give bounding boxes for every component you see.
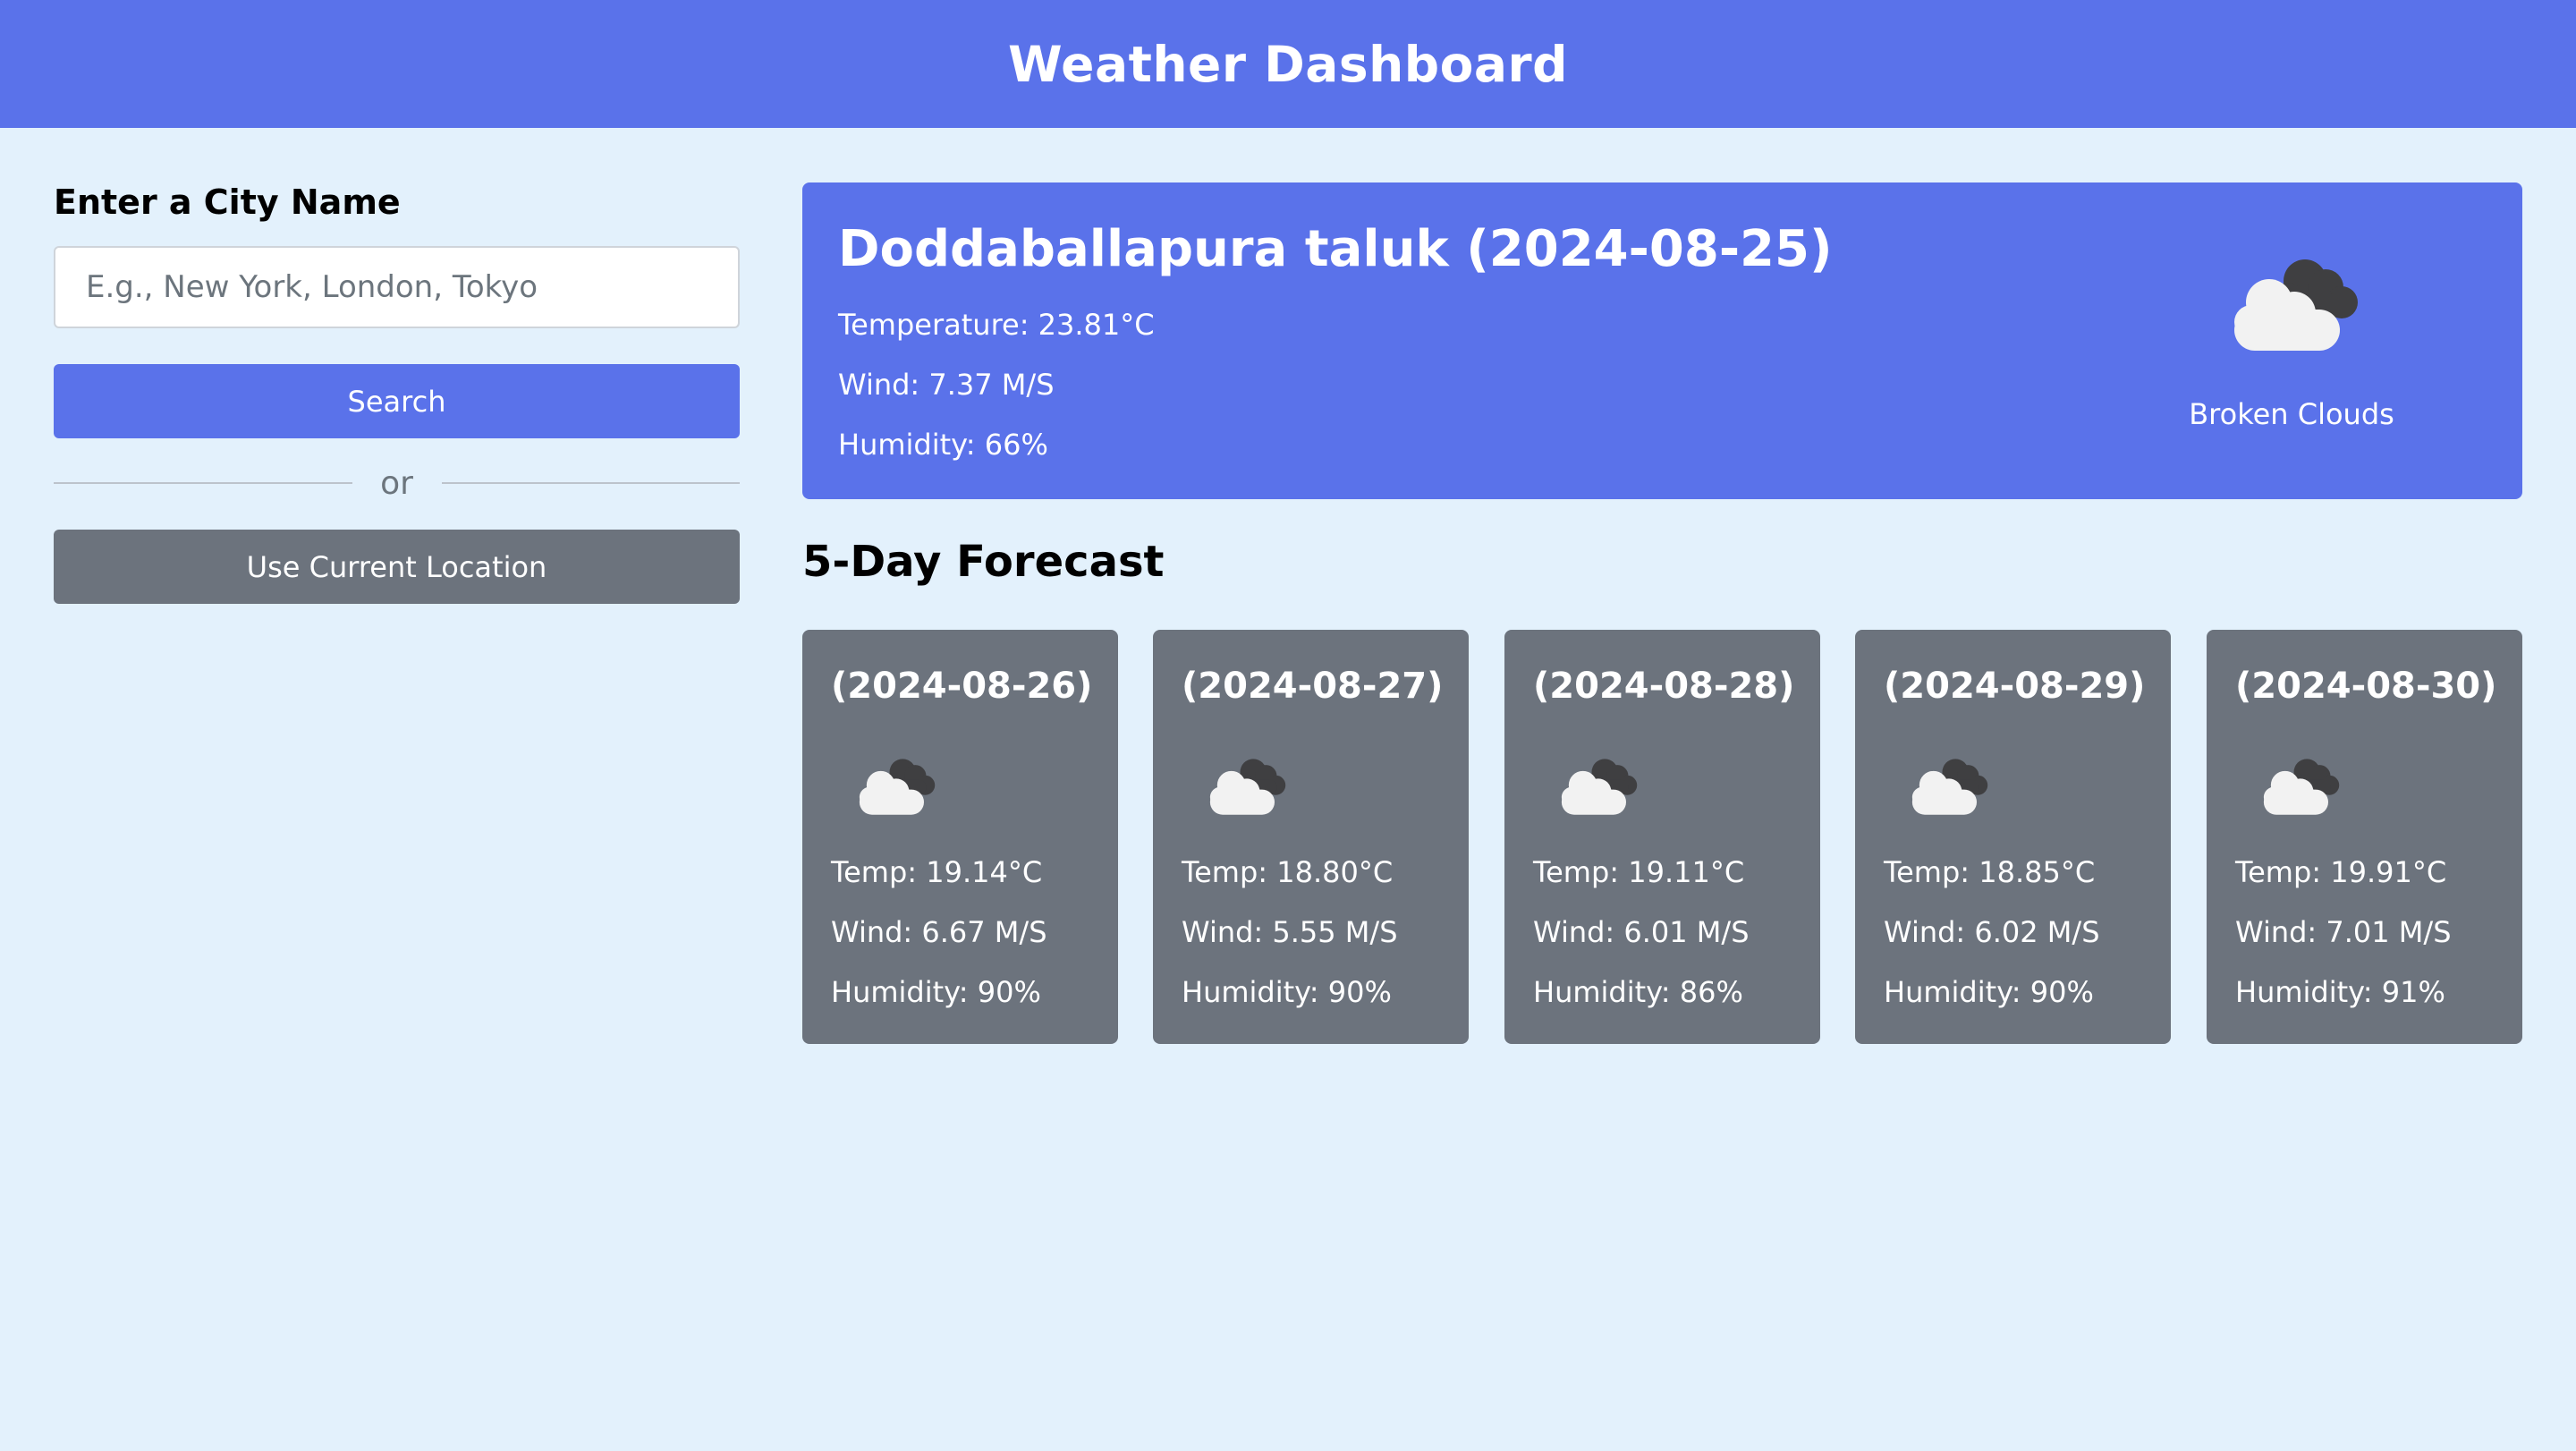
- forecast-humidity: Humidity: 90%: [1884, 975, 2094, 1009]
- current-city-title: Doddaballapura taluk (2024-08-25): [838, 220, 1833, 278]
- forecast-wind: Wind: 6.01 M/S: [1533, 915, 1750, 949]
- search-panel: Enter a City Name Search or Use Current …: [54, 179, 740, 604]
- current-weather-card: Doddaballapura taluk (2024-08-25) Temper…: [802, 182, 2522, 499]
- use-current-location-button[interactable]: Use Current Location: [54, 530, 740, 604]
- current-humidity: Humidity: 66%: [838, 428, 1048, 462]
- forecast-humidity: Humidity: 91%: [2235, 975, 2445, 1009]
- broken-clouds-icon: [845, 751, 944, 818]
- page-title: Weather Dashboard: [1007, 35, 1569, 93]
- forecast-temp: Temp: 19.14°C: [831, 855, 1043, 889]
- forecast-card: (2024-08-26) Temp: 19.14°C Wind: 6.67 M/…: [802, 630, 1118, 1044]
- current-temperature: Temperature: 23.81°C: [838, 308, 1155, 342]
- divider-line-right: [441, 482, 740, 484]
- forecast-temp: Temp: 19.11°C: [1533, 855, 1745, 889]
- forecast-card: (2024-08-28) Temp: 19.11°C Wind: 6.01 M/…: [1504, 630, 1820, 1044]
- broken-clouds-icon: [1196, 751, 1294, 818]
- forecast-card: (2024-08-27) Temp: 18.80°C Wind: 5.55 M/…: [1153, 630, 1469, 1044]
- broken-clouds-icon: [2211, 247, 2372, 354]
- broken-clouds-icon: [1898, 751, 1996, 818]
- forecast-wind: Wind: 7.01 M/S: [2235, 915, 2452, 949]
- city-input-label: Enter a City Name: [54, 182, 401, 222]
- forecast-list: (2024-08-26) Temp: 19.14°C Wind: 6.67 M/…: [802, 630, 2522, 1044]
- forecast-temp: Temp: 18.80°C: [1182, 855, 1394, 889]
- current-wind: Wind: 7.37 M/S: [838, 368, 1055, 402]
- broken-clouds-icon: [2250, 751, 2348, 818]
- forecast-date: (2024-08-28): [1533, 666, 1795, 707]
- app-header: Weather Dashboard: [0, 0, 2576, 128]
- search-button[interactable]: Search: [54, 364, 740, 438]
- forecast-humidity: Humidity: 86%: [1533, 975, 1743, 1009]
- current-weather-description: Broken Clouds: [2189, 397, 2394, 431]
- forecast-date: (2024-08-29): [1884, 666, 2146, 707]
- forecast-card: (2024-08-30) Temp: 19.91°C Wind: 7.01 M/…: [2207, 630, 2522, 1044]
- forecast-wind: Wind: 6.02 M/S: [1884, 915, 2100, 949]
- forecast-humidity: Humidity: 90%: [831, 975, 1041, 1009]
- forecast-wind: Wind: 6.67 M/S: [831, 915, 1047, 949]
- forecast-card: (2024-08-29) Temp: 18.85°C Wind: 6.02 M/…: [1855, 630, 2171, 1044]
- broken-clouds-icon: [1547, 751, 1646, 818]
- forecast-temp: Temp: 19.91°C: [2235, 855, 2447, 889]
- forecast-heading: 5-Day Forecast: [802, 537, 1165, 587]
- forecast-wind: Wind: 5.55 M/S: [1182, 915, 1398, 949]
- forecast-humidity: Humidity: 90%: [1182, 975, 1392, 1009]
- or-divider: or: [54, 456, 740, 510]
- divider-line-left: [54, 482, 352, 484]
- city-search-input[interactable]: [54, 246, 740, 328]
- forecast-date: (2024-08-30): [2235, 666, 2497, 707]
- forecast-temp: Temp: 18.85°C: [1884, 855, 2096, 889]
- forecast-date: (2024-08-26): [831, 666, 1093, 707]
- forecast-date: (2024-08-27): [1182, 666, 1444, 707]
- divider-text: or: [380, 464, 413, 502]
